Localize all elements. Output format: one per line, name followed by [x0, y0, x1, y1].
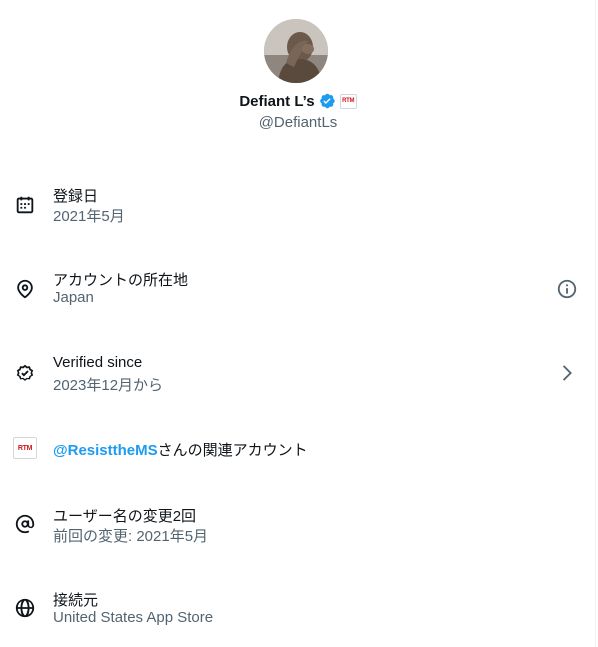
verified-badge-icon[interactable] [318, 92, 336, 110]
username-changes-value: 前回の変更: 2021年5月 [53, 528, 209, 545]
location-label: アカウントの所在地 [53, 272, 189, 289]
verified-since-label: Verified since [53, 354, 143, 371]
avatar[interactable] [264, 19, 328, 83]
row-verified-since[interactable]: Verified since 2023年12月から [0, 353, 596, 397]
row-location: アカウントの所在地 Japan [0, 268, 596, 312]
affiliate-text: @ResisttheMSさんの関連アカウント [53, 439, 308, 460]
row-connected-via: 接続元 United States App Store [0, 589, 596, 633]
profile-handle: @DefiantLs [258, 114, 338, 131]
row-joined: 登録日 2021年5月 [0, 184, 596, 228]
profile-name-row: Defiant L’s RTM [0, 92, 596, 110]
row-affiliate[interactable]: RTM @ResisttheMSさんの関連アカウント [0, 436, 596, 462]
calendar-icon [14, 194, 36, 216]
globe-icon [14, 597, 36, 619]
affiliate-badge[interactable]: RTM [339, 93, 357, 109]
joined-label: 登録日 [53, 188, 99, 205]
connected-via-value: United States App Store [53, 609, 214, 626]
display-name[interactable]: Defiant L’s [239, 93, 314, 110]
joined-value: 2021年5月 [53, 208, 125, 225]
at-icon [14, 513, 36, 535]
location-pin-icon [14, 278, 36, 300]
location-value: Japan [53, 289, 94, 306]
info-icon[interactable] [556, 278, 578, 300]
chevron-right-icon[interactable] [556, 362, 578, 384]
username-changes-label: ユーザー名の変更2回 [53, 508, 197, 525]
row-username-changes: ユーザー名の変更2回 前回の変更: 2021年5月 [0, 504, 596, 548]
affiliate-link[interactable]: @ResisttheMS [53, 442, 158, 459]
verified-badge-outline-icon [14, 362, 36, 384]
connected-via-label: 接続元 [53, 592, 99, 609]
verified-since-value: 2023年12月から [53, 377, 164, 394]
affiliate-logo: RTM [13, 437, 37, 459]
affiliate-suffix: さんの関連アカウント [157, 442, 308, 459]
